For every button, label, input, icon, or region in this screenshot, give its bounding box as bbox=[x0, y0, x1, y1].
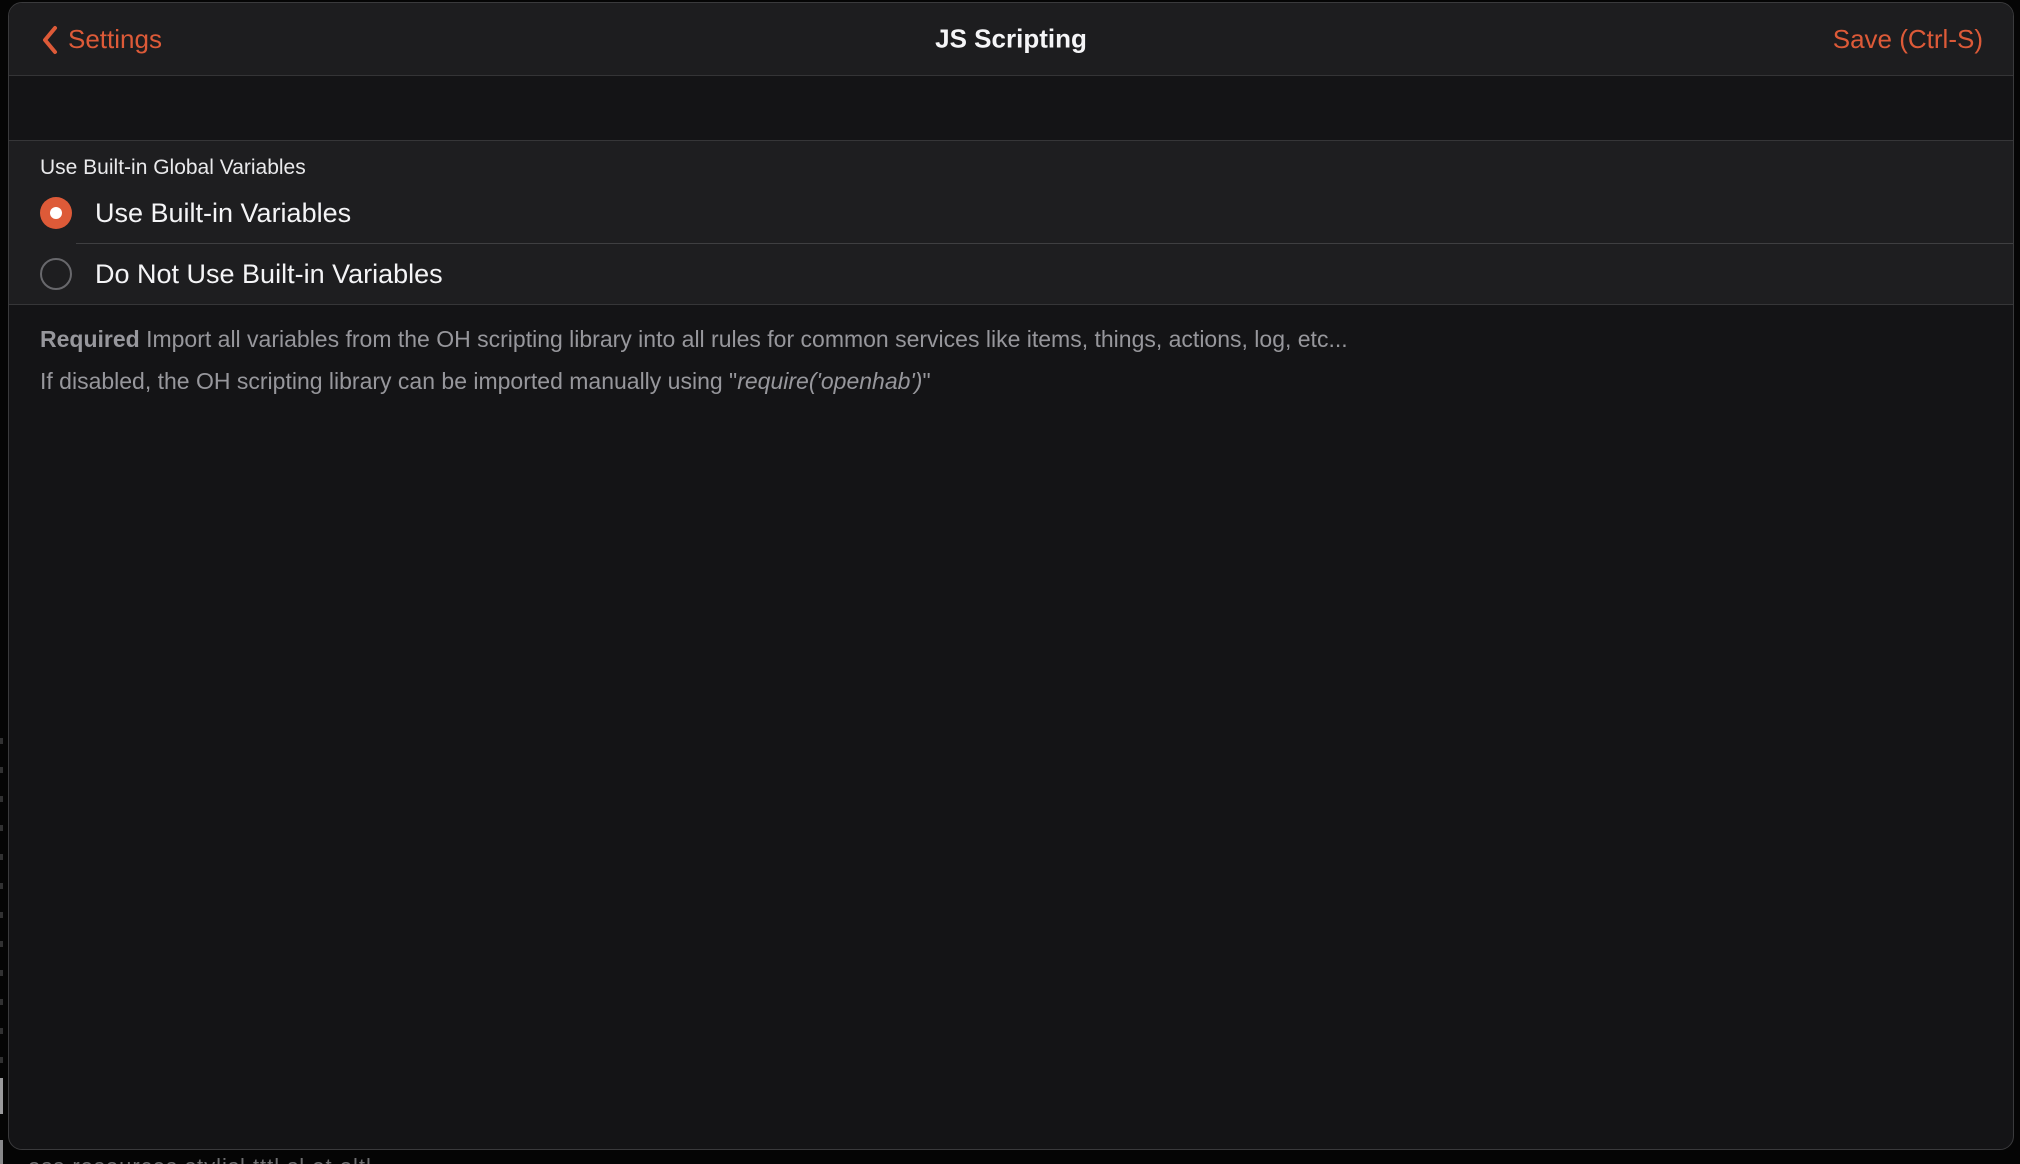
description-text: If disabled, the OH scripting library ca… bbox=[40, 368, 737, 394]
navbar: Settings JS Scripting Save (Ctrl-S) bbox=[9, 3, 2013, 76]
settings-list: Use Built-in Global Variables Use Built-… bbox=[9, 140, 2013, 305]
back-button[interactable]: Settings bbox=[39, 23, 162, 56]
setting-group-label: Use Built-in Global Variables bbox=[9, 141, 2013, 183]
radio-unselected-icon bbox=[40, 258, 72, 290]
screen: oss resources stylisl tttl sl ot oltl Se… bbox=[0, 0, 2020, 1164]
background-clipped-text: oss resources stylisl tttl sl ot oltl bbox=[28, 1155, 1928, 1164]
radio-option-use-builtin[interactable]: Use Built-in Variables bbox=[9, 183, 2013, 243]
radio-selected-icon bbox=[40, 197, 72, 229]
background-page-edge bbox=[0, 738, 3, 1098]
inline-code: require('openhab') bbox=[737, 368, 922, 394]
description-text: Import all variables from the OH scripti… bbox=[146, 326, 1348, 352]
radio-option-label: Do Not Use Built-in Variables bbox=[95, 259, 443, 290]
setting-description-line1: Required Import all variables from the O… bbox=[40, 318, 1973, 360]
background-page-edge-highlight bbox=[0, 1078, 3, 1114]
required-badge: Required bbox=[40, 326, 140, 352]
setting-description-line2: If disabled, the OH scripting library ca… bbox=[40, 360, 1973, 402]
description-text: " bbox=[922, 368, 930, 394]
save-button[interactable]: Save (Ctrl-S) bbox=[1833, 26, 1983, 52]
setting-description: Required Import all variables from the O… bbox=[9, 305, 2013, 402]
back-button-label: Settings bbox=[68, 26, 162, 52]
spacer bbox=[9, 76, 2013, 140]
page-title: JS Scripting bbox=[935, 24, 1087, 55]
radio-option-label: Use Built-in Variables bbox=[95, 198, 351, 229]
chevron-left-icon bbox=[39, 23, 60, 56]
background-page-edge-highlight bbox=[0, 1140, 3, 1164]
radio-option-no-builtin[interactable]: Do Not Use Built-in Variables bbox=[9, 244, 2013, 304]
settings-dialog: Settings JS Scripting Save (Ctrl-S) Use … bbox=[8, 2, 2014, 1150]
